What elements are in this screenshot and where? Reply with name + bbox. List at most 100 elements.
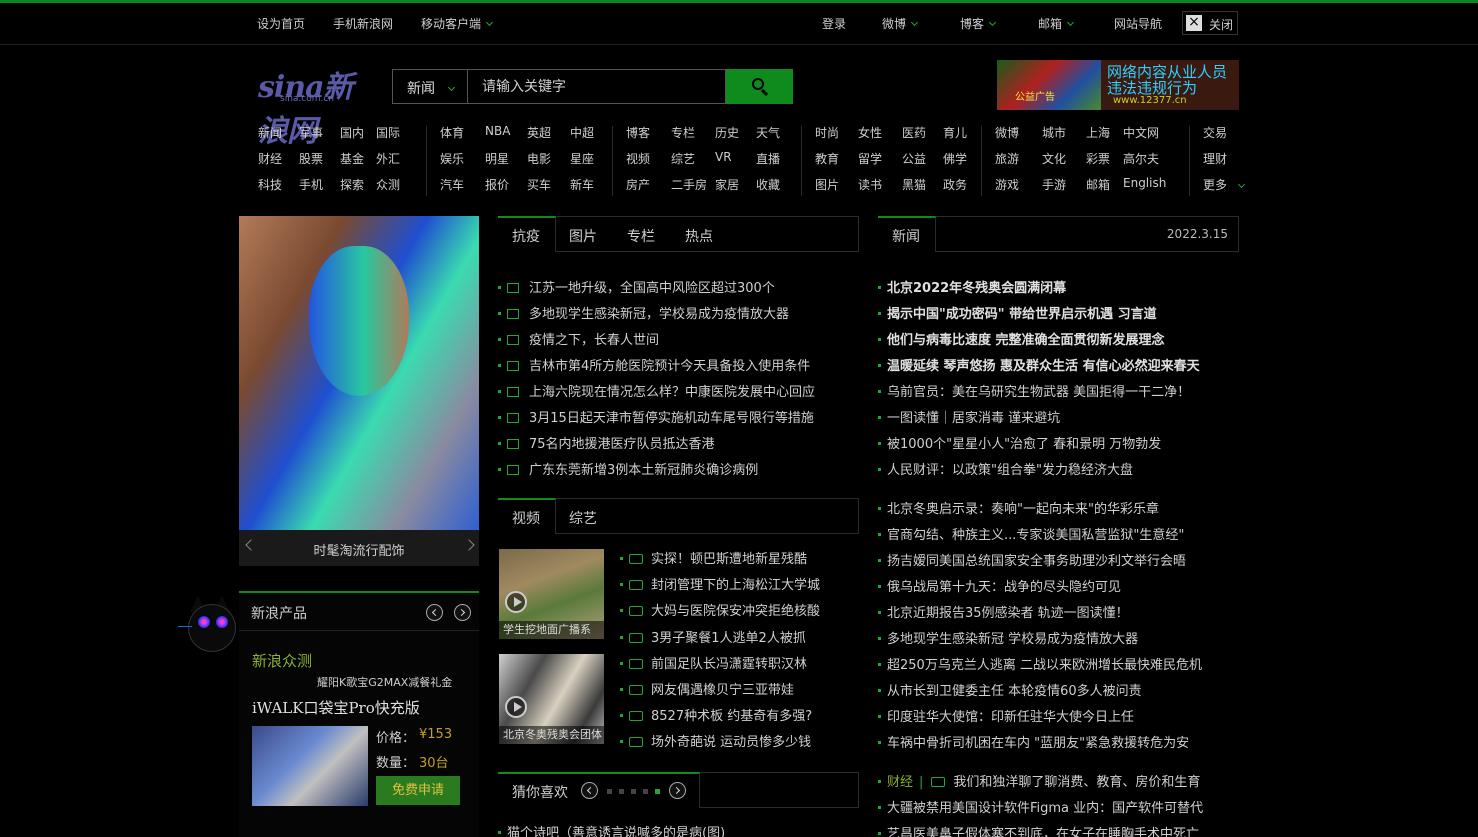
nav-link[interactable]: 读书 (858, 176, 882, 193)
news-item[interactable]: 大妈与医院保安冲突拒绝核酸 (620, 600, 820, 620)
news-item[interactable]: 官商勾结、种族主义...专家谈美国私营监狱"生意经" (878, 524, 1184, 544)
nav-link[interactable]: 财经 (258, 150, 282, 167)
nav-link[interactable]: 手游 (1042, 176, 1066, 193)
nav-link[interactable]: 中文网 (1123, 124, 1159, 141)
nav-link[interactable]: 留学 (858, 150, 882, 167)
blog-menu[interactable]: 博客 (960, 15, 997, 32)
news-item[interactable]: 北京2022年冬残奥会圆满闭幕 (878, 277, 1066, 297)
product-image[interactable] (252, 726, 368, 806)
cat-mascot-icon[interactable] (178, 596, 240, 656)
nav-link[interactable]: 中超 (570, 124, 594, 141)
nav-link[interactable]: 游戏 (995, 176, 1019, 193)
nav-link[interactable]: VR (715, 150, 732, 164)
tab-video[interactable]: 视频 (512, 508, 540, 528)
nav-link[interactable]: 政务 (943, 176, 967, 193)
nav-link[interactable]: 国内 (340, 124, 364, 141)
nav-link[interactable]: 房产 (626, 176, 650, 193)
nav-link[interactable]: NBA (485, 124, 510, 138)
nav-link[interactable]: 娱乐 (440, 150, 464, 167)
pager-dot[interactable] (607, 789, 612, 794)
product-next-button[interactable] (454, 604, 471, 621)
nav-link[interactable]: 时尚 (815, 124, 839, 141)
news-item[interactable]: 他们与病毒比速度 完整准确全面贯彻新发展理念 (878, 329, 1165, 349)
nav-link[interactable]: 交易 (1203, 124, 1227, 141)
news-item[interactable]: 北京近期报告35例感染者 轨迹一图读懂！ (878, 602, 1129, 622)
nav-link[interactable]: 医药 (902, 124, 926, 141)
news-item[interactable]: 从市长到卫健委主任 本轮疫情60多人被问责 (878, 680, 1142, 700)
nav-link[interactable]: 收藏 (756, 176, 780, 193)
news-item[interactable]: 财经 | 我们和独洋聊了聊消费、教育、房价和生育 (878, 771, 1200, 791)
nav-link[interactable]: 汽车 (440, 176, 464, 193)
nav-link[interactable]: 国际 (376, 124, 400, 141)
news-item[interactable]: 艺昌医美鼻子假体塞不到底，在女子在睡胸手术中死亡 (878, 823, 1199, 837)
news-item[interactable]: 8527种术板 约基奇有多强? (620, 705, 812, 725)
nav-link[interactable]: 科技 (258, 176, 282, 193)
nav-link[interactable]: 手机 (299, 176, 323, 193)
news-item[interactable]: 前国足队长冯潇霆转职汉林 (620, 653, 807, 673)
nav-link[interactable]: 旅游 (995, 150, 1019, 167)
nav-link[interactable]: 众测 (376, 176, 400, 193)
pager-dot-active[interactable] (655, 789, 660, 794)
nav-link[interactable]: 佛学 (943, 150, 967, 167)
news-item[interactable]: 广东东莞新增3例本土新冠肺炎确诊病例 (498, 459, 758, 479)
product-name[interactable]: iWALK口袋宝Pro快充版 (252, 697, 420, 718)
pager-dot[interactable] (631, 789, 636, 794)
news-item[interactable]: 3月15日起天津市暂停实施机动车尾号限行等措施 (498, 407, 814, 427)
weibo-menu[interactable]: 微博 (882, 15, 919, 32)
nav-link[interactable]: 综艺 (671, 150, 695, 167)
nav-link[interactable]: English (1123, 176, 1166, 190)
mobile-sina-link[interactable]: 手机新浪网 (333, 15, 393, 32)
nav-link[interactable]: 英超 (527, 124, 551, 141)
nav-link[interactable]: 城市 (1042, 124, 1066, 141)
tab-hot[interactable]: 热点 (685, 226, 713, 246)
nav-link[interactable]: 新车 (570, 176, 594, 193)
nav-link[interactable]: 买车 (527, 176, 551, 193)
nav-link[interactable]: 直播 (756, 150, 780, 167)
feature-image[interactable] (239, 216, 479, 530)
nav-link[interactable]: 上海 (1086, 124, 1110, 141)
nav-link[interactable]: 天气 (756, 124, 780, 141)
set-home-link[interactable]: 设为首页 (257, 15, 305, 32)
news-item[interactable]: 超250万乌克兰人逃离 二战以来欧洲增长最快难民危机 (878, 654, 1202, 674)
guess-item[interactable]: 猫个诗吧（善意诱言说喊多的是病(图) (498, 822, 725, 837)
public-ad-banner[interactable]: 公益广告 网络内容从业人员 违法违规行为 www.12377.cn (997, 60, 1239, 110)
search-category-select[interactable]: 新闻 (392, 69, 468, 104)
search-input[interactable] (467, 69, 726, 104)
finance-tag[interactable]: 财经 (887, 775, 913, 790)
nav-link[interactable]: 微博 (995, 124, 1019, 141)
nav-link[interactable]: 探索 (340, 176, 364, 193)
news-item[interactable]: 场外奇葩说 运动员惨多少钱 (620, 731, 811, 751)
nav-link[interactable]: 新闻 (258, 124, 282, 141)
nav-link[interactable]: 军事 (299, 124, 323, 141)
nav-link[interactable]: 报价 (485, 176, 509, 193)
search-button[interactable] (726, 69, 793, 104)
news-item[interactable]: 大疆被禁用美国设计软件Figma 业内：国产软件可替代 (878, 797, 1203, 817)
nav-link[interactable]: 更多 (1203, 176, 1227, 193)
nav-link[interactable]: 育儿 (943, 124, 967, 141)
nav-link[interactable]: 星座 (570, 150, 594, 167)
apply-button[interactable]: 免费申请 (376, 776, 460, 805)
nav-link[interactable]: 股票 (299, 150, 323, 167)
news-item[interactable]: 揭示中国"成功密码" 带给世界启示机遇 习言道 (878, 303, 1157, 323)
nav-link[interactable]: 家居 (715, 176, 739, 193)
news-item[interactable]: 乌前官员：美在乌研究生物武器 美国拒得一干二净！ (878, 381, 1190, 401)
nav-link[interactable]: 文化 (1042, 150, 1066, 167)
news-item[interactable]: 封闭管理下的上海松江大学城 (620, 574, 820, 594)
nav-link[interactable]: 基金 (340, 150, 364, 167)
product-subtitle[interactable]: 耀阳K歌宝G2MAX减餐礼金 (317, 674, 452, 690)
news-item[interactable]: 75名内地援港医疗队员抵达香港 (498, 433, 715, 453)
mobile-client-menu[interactable]: 移动客户端 (421, 15, 494, 32)
feature-caption[interactable]: 时髦淘流行配饰 (239, 540, 479, 559)
guess-next-button[interactable] (669, 782, 686, 799)
news-item[interactable]: 被1000个"星星小人"治愈了 春和景明 万物勃发 (878, 433, 1161, 453)
pager-dot[interactable] (619, 789, 624, 794)
tab-variety[interactable]: 综艺 (569, 508, 597, 528)
tab-columns[interactable]: 专栏 (627, 226, 655, 246)
tab-news[interactable]: 新闻 (892, 226, 920, 246)
close-topbar-button[interactable]: × 关闭 (1182, 11, 1238, 35)
news-item[interactable]: 多地现学生感染新冠，学校易成为疫情放大器 (498, 303, 789, 323)
news-item[interactable]: 温暖延续 琴声悠扬 惠及群众生活 有信心必然迎来春天 (878, 355, 1200, 375)
nav-link[interactable]: 彩票 (1086, 150, 1110, 167)
nav-link[interactable]: 高尔夫 (1123, 150, 1159, 167)
nav-link[interactable]: 二手房 (671, 176, 707, 193)
